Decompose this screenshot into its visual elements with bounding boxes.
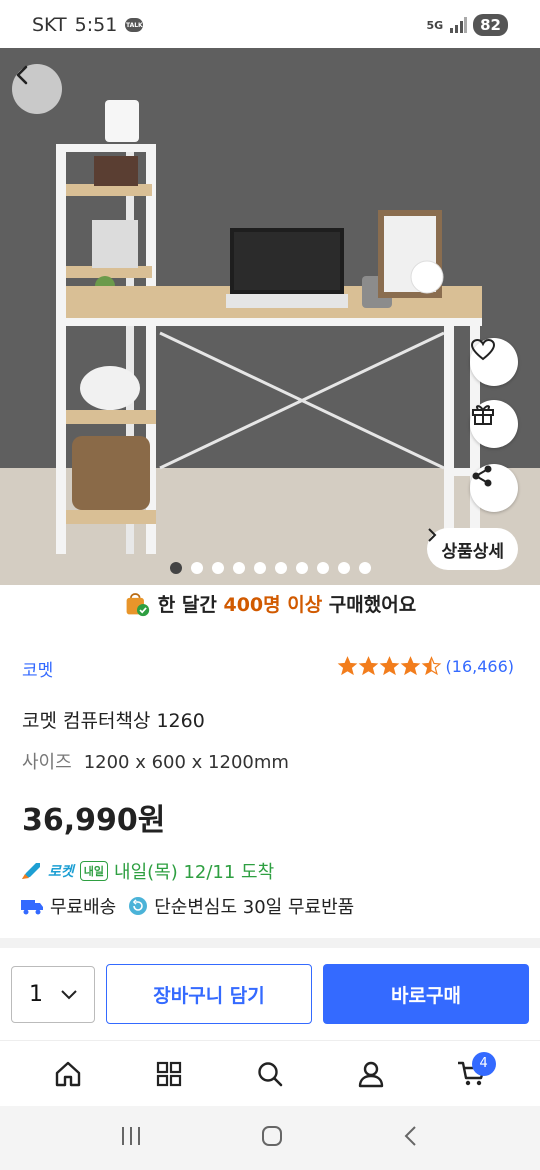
recent-apps-button[interactable] xyxy=(119,1125,143,1151)
truck-icon xyxy=(21,900,43,915)
share-icon xyxy=(472,465,492,487)
system-back-icon xyxy=(404,1126,417,1146)
purchase-count-banner: 한 달간 400명 이상 구매했어요 xyxy=(0,590,540,617)
system-navigation xyxy=(0,1106,540,1170)
home-icon xyxy=(56,1061,81,1086)
back-button[interactable] xyxy=(12,64,62,114)
nav-category[interactable] xyxy=(139,1044,199,1104)
signal-icon xyxy=(450,17,468,33)
promo-suffix: 구매했어요 xyxy=(322,594,417,616)
product-detail-label: 상품상세 xyxy=(441,541,504,562)
free-shipping: 무료배송 xyxy=(50,897,117,918)
user-icon xyxy=(358,1061,383,1087)
talk-label: TALK xyxy=(125,21,143,29)
carousel-dot[interactable] xyxy=(316,562,329,574)
carousel-indicator xyxy=(0,562,540,574)
category-icon xyxy=(157,1061,182,1086)
purchase-bar: 1 장바구니 담기 바로구매 xyxy=(0,948,540,1040)
product-title: 코멧 컴퓨터책상 1260 xyxy=(22,710,205,732)
cart-count-badge: 4 xyxy=(471,1051,496,1076)
chevron-right-icon xyxy=(428,528,437,542)
gift-icon xyxy=(472,405,494,425)
shipping-info: 무료배송 단순변심도 30일 무료반품 xyxy=(20,893,354,919)
promo-prefix: 한 달간 xyxy=(157,594,224,616)
price: 36,990원 xyxy=(22,803,166,838)
star-icon xyxy=(358,656,378,676)
rating[interactable]: (16,466) xyxy=(337,656,514,676)
star-icon xyxy=(400,656,420,676)
wishlist-button[interactable] xyxy=(470,338,518,386)
network-label: 5G xyxy=(426,18,444,32)
review-count: (16,466) xyxy=(445,656,514,676)
carousel-dot[interactable] xyxy=(190,562,203,574)
heart-icon xyxy=(470,338,496,361)
carousel-dot[interactable] xyxy=(253,562,266,574)
nav-search[interactable] xyxy=(240,1044,300,1104)
size-value: 1200 x 600 x 1200mm xyxy=(83,752,289,773)
nav-cart[interactable]: 4 xyxy=(442,1044,502,1104)
star-rating xyxy=(337,656,442,676)
carousel-dot[interactable] xyxy=(211,562,224,574)
quantity-value: 1 xyxy=(29,982,43,1007)
back-icon xyxy=(16,65,28,85)
star-icon xyxy=(421,656,441,676)
carousel-dot[interactable] xyxy=(295,562,308,574)
rocket-delivery: 로켓 내일 내일(목) 12/11 도착 xyxy=(20,858,274,884)
brand-link[interactable]: 코멧 xyxy=(22,656,53,681)
rocket-label: 로켓 xyxy=(48,864,74,880)
arrival-date: 내일(목) 12/11 도착 xyxy=(114,862,275,883)
status-left: SKT 5:51 TALK xyxy=(32,14,144,36)
size-label: 사이즈 xyxy=(22,752,72,773)
promo-highlight: 400명 이상 xyxy=(223,594,323,616)
nav-my-account[interactable] xyxy=(341,1044,401,1104)
carrier: SKT xyxy=(32,14,67,36)
recent-apps-icon xyxy=(121,1127,140,1145)
carousel-dot[interactable] xyxy=(169,562,182,574)
status-right: 5G 82 xyxy=(426,14,508,36)
promo-text: 한 달간 400명 이상 구매했어요 xyxy=(158,590,416,617)
nav-home[interactable] xyxy=(38,1044,98,1104)
carousel-dot[interactable] xyxy=(232,562,245,574)
return-icon xyxy=(129,897,148,915)
battery-indicator: 82 xyxy=(473,14,508,36)
carousel-dot[interactable] xyxy=(274,562,287,574)
buy-now-button[interactable]: 바로구매 xyxy=(323,964,529,1024)
system-home-button[interactable] xyxy=(260,1124,284,1152)
product-photo xyxy=(0,48,540,585)
home-circle-icon xyxy=(261,1126,282,1146)
chevron-down-icon xyxy=(61,989,77,999)
rocket-icon xyxy=(22,863,40,879)
quantity-select[interactable]: 1 xyxy=(11,966,95,1023)
shopping-bag-icon xyxy=(126,592,149,616)
return-policy: 단순변심도 30일 무료반품 xyxy=(154,897,355,918)
talk-icon: TALK xyxy=(125,18,144,32)
search-icon xyxy=(258,1061,283,1086)
size-option: 사이즈 1200 x 600 x 1200mm xyxy=(22,748,289,774)
add-to-cart-button[interactable]: 장바구니 담기 xyxy=(106,964,312,1024)
carousel-dot[interactable] xyxy=(337,562,350,574)
tomorrow-badge: 내일 xyxy=(79,861,109,881)
system-back-button[interactable] xyxy=(401,1124,421,1152)
share-button[interactable] xyxy=(470,464,518,512)
gift-button[interactable] xyxy=(470,400,518,448)
bottom-nav: 4 xyxy=(0,1040,540,1106)
clock: 5:51 xyxy=(74,14,118,36)
carousel-dot[interactable] xyxy=(358,562,371,574)
status-bar: SKT 5:51 TALK 5G 82 xyxy=(0,0,540,48)
product-image-carousel[interactable]: 상품상세 xyxy=(0,48,540,585)
star-icon xyxy=(379,656,399,676)
star-icon xyxy=(337,656,357,676)
section-divider xyxy=(0,938,540,948)
